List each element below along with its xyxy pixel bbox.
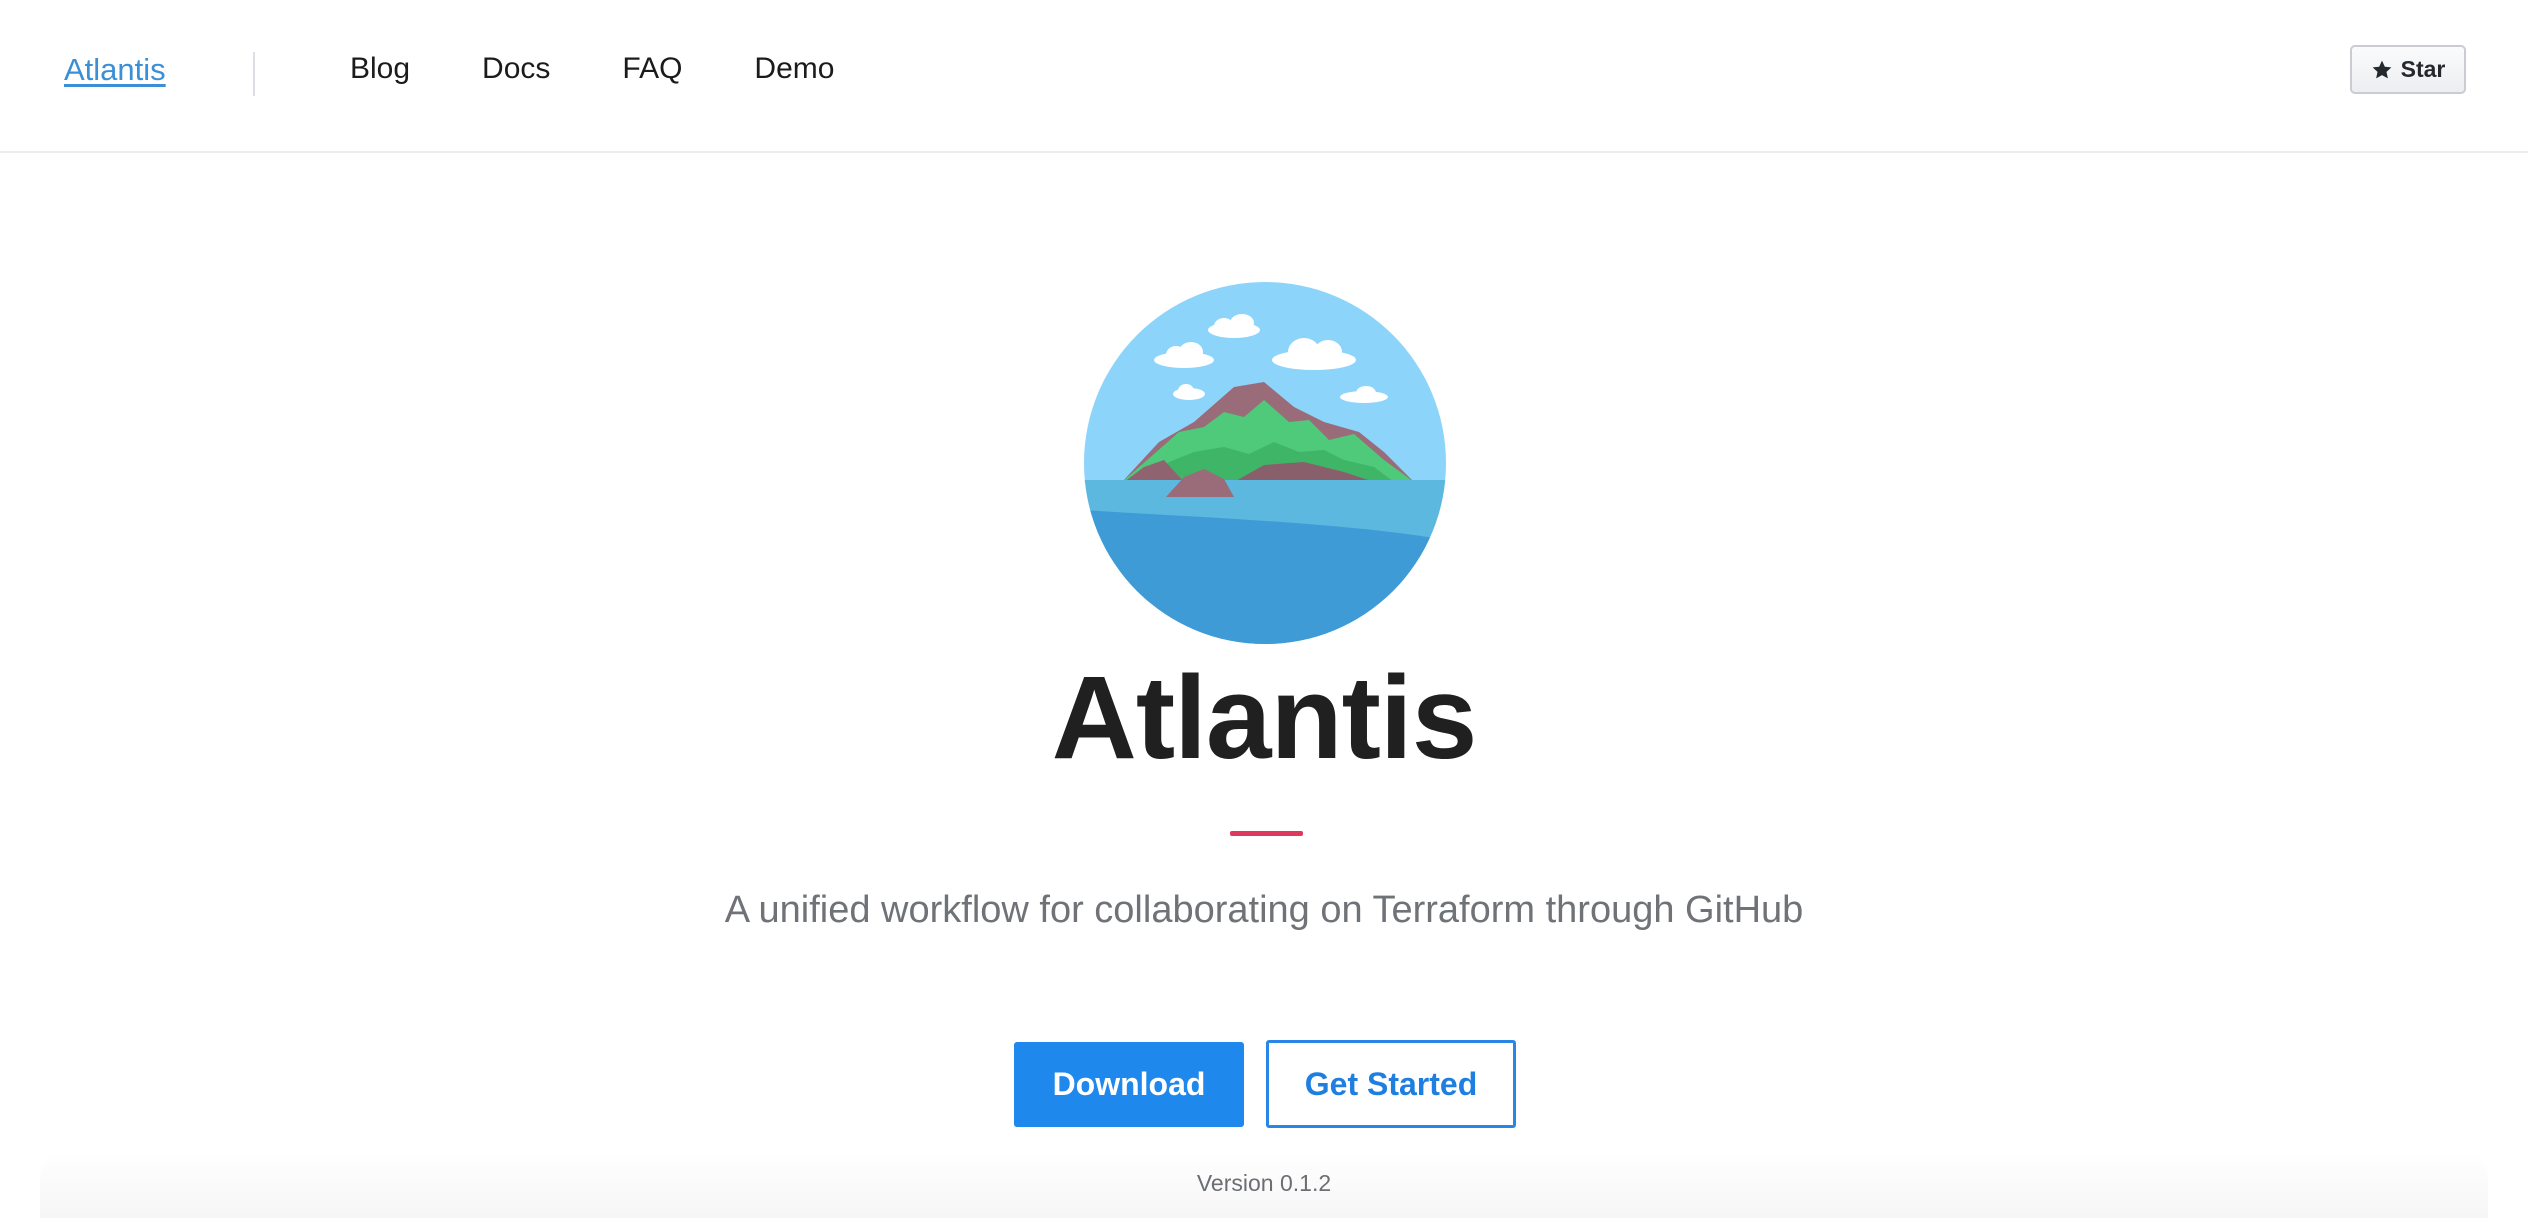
nav-item-blog[interactable]: Blog [350,52,410,86]
github-star-button[interactable]: Star [2350,45,2466,94]
download-button[interactable]: Download [1014,1042,1244,1127]
nav-item-faq[interactable]: FAQ [622,52,682,86]
star-button-label: Star [2400,56,2446,82]
hero-title: Atlantis [1051,652,1478,784]
nav-item-demo[interactable]: Demo [754,52,834,86]
get-started-button[interactable]: Get Started [1266,1040,1516,1128]
header-divider [253,52,255,96]
island-logo-icon [1084,282,1446,644]
brand-link[interactable]: Atlantis [64,52,166,88]
title-accent-line [1230,831,1303,836]
hero-tagline: A unified workflow for collaborating on … [724,889,1804,931]
version-text: Version 0.1.2 [1196,1170,1332,1196]
nav-item-docs[interactable]: Docs [482,52,550,86]
nav-links: Blog Docs FAQ Demo [350,52,906,86]
top-navbar: Atlantis Blog Docs FAQ Demo Star [0,0,2528,153]
star-icon [2372,60,2391,78]
